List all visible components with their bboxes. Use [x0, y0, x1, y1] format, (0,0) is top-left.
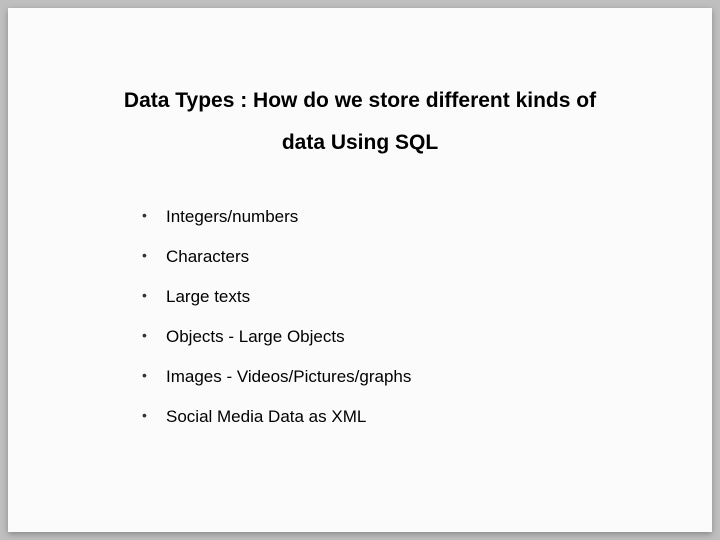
list-item-text: Integers/numbers — [166, 207, 298, 226]
list-item-text: Social Media Data as XML — [166, 407, 366, 426]
bullet-list: Integers/numbers Characters Large texts … — [8, 188, 712, 429]
list-item: Social Media Data as XML — [142, 406, 712, 428]
list-item: Images - Videos/Pictures/graphs — [142, 366, 712, 388]
list-item: Objects - Large Objects — [142, 326, 712, 348]
list-item: Large texts — [142, 286, 712, 308]
list-item: Characters — [142, 246, 712, 268]
slide-title: Data Types : How do we store different k… — [8, 80, 712, 188]
list-item-text: Images - Videos/Pictures/graphs — [166, 367, 411, 386]
list-item-text: Characters — [166, 247, 249, 266]
slide: Data Types : How do we store different k… — [8, 8, 712, 532]
title-line-2: data Using SQL — [282, 131, 438, 154]
list-item-text: Large texts — [166, 287, 250, 306]
list-item-text: Objects - Large Objects — [166, 327, 345, 346]
title-line-1: Data Types : How do we store different k… — [124, 89, 596, 112]
list-item: Integers/numbers — [142, 206, 712, 228]
